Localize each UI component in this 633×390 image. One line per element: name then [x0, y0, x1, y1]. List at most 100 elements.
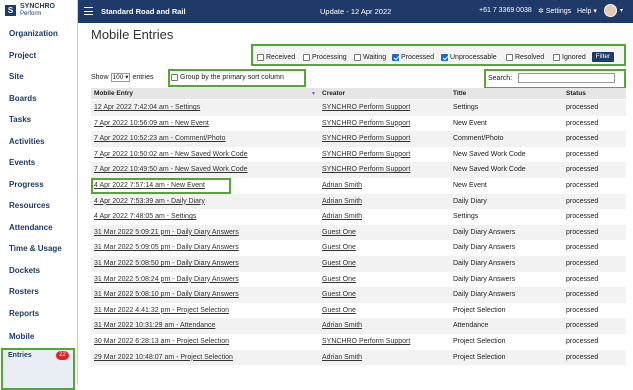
project-name[interactable]: Standard Road and Rail — [101, 7, 186, 16]
logo-mark-icon: S — [5, 5, 16, 16]
filter-unprocessable[interactable]: Unprocessable — [441, 54, 497, 61]
group-by-checkbox[interactable] — [171, 74, 178, 81]
entry-link[interactable]: 30 Mar 2022 6:28:13 am - Project Selecti… — [94, 334, 229, 350]
received-checkbox[interactable] — [257, 54, 264, 61]
entry-link[interactable]: 7 Apr 2022 10:52:23 am - Comment/Photo — [94, 131, 226, 147]
avatar[interactable] — [604, 4, 617, 17]
logo-title: SYNCHRO — [20, 3, 56, 10]
status-cell: processed — [566, 166, 599, 174]
creator-link[interactable]: Guest One — [322, 272, 356, 288]
processed-checkbox[interactable] — [392, 54, 399, 61]
status-cell: processed — [566, 228, 599, 236]
filter-processing[interactable]: Processing — [303, 54, 347, 61]
sidebar-item-tasks[interactable]: Tasks — [9, 115, 31, 124]
filter-waiting[interactable]: Waiting — [354, 54, 386, 61]
processing-checkbox[interactable] — [303, 54, 310, 61]
column-header-mobile-entry[interactable]: Mobile Entry — [94, 90, 133, 97]
table-row: 4 Apr 2022 7:57:14 am - New Event Adrian … — [91, 178, 626, 194]
sidebar-item-activities[interactable]: Activities — [9, 137, 45, 146]
status-cell: processed — [566, 306, 599, 314]
unprocessable-checkbox[interactable] — [441, 54, 448, 61]
page-length-select[interactable]: 100 ▾ — [110, 73, 131, 82]
sidebar-subitem-entries[interactable]: Entries — [8, 352, 32, 359]
entry-link[interactable]: 31 Mar 2022 5:08:50 pm - Daily Diary Ans… — [94, 256, 239, 272]
creator-link[interactable]: Guest One — [322, 287, 356, 303]
entry-link[interactable]: 4 Apr 2022 7:57:14 am - New Event — [94, 178, 205, 194]
group-by-option[interactable]: Group by the primary sort column — [171, 74, 284, 81]
entry-link[interactable]: 31 Mar 2022 5:08:10 pm - Daily Diary Ans… — [94, 287, 239, 303]
app-logo[interactable]: S SYNCHRO Perform — [0, 0, 78, 23]
entry-link[interactable]: 7 Apr 2022 10:50:02 am - New Saved Work … — [94, 147, 248, 163]
column-header-creator[interactable]: Creator — [322, 90, 345, 97]
resolved-checkbox[interactable] — [506, 54, 513, 61]
filter-received[interactable]: Received — [257, 54, 295, 61]
entry-link[interactable]: 31 Mar 2022 10:31:29 am - Attendance — [94, 318, 215, 334]
status-cell: processed — [566, 119, 599, 127]
avatar-caret-icon[interactable]: ▾ — [620, 7, 623, 14]
sidebar-item-mobile[interactable]: Mobile — [9, 332, 34, 341]
title-cell: Daily Diary Answers — [453, 275, 516, 283]
entry-link[interactable]: 31 Mar 2022 5:08:24 pm - Daily Diary Ans… — [94, 272, 239, 288]
creator-link[interactable]: Adrian Smith — [322, 178, 362, 194]
creator-link[interactable]: Adrian Smith — [322, 209, 362, 225]
sidebar-item-attendance[interactable]: Attendance — [9, 223, 53, 232]
entry-link[interactable]: 4 Apr 2022 7:53:39 am - Daily Diary — [94, 194, 205, 210]
entry-link[interactable]: 7 Apr 2022 10:56:09 am - New Event — [94, 116, 209, 132]
title-cell: Daily Diary Answers — [453, 291, 516, 299]
creator-link[interactable]: Adrian Smith — [322, 194, 362, 210]
creator-link[interactable]: SYNCHRO Perform Support — [322, 131, 410, 147]
filter-processed[interactable]: Processed — [392, 54, 434, 61]
entry-link[interactable]: 31 Mar 2022 4:41:32 pm - Project Selecti… — [94, 303, 229, 319]
status-cell: processed — [566, 275, 599, 283]
creator-link[interactable]: Guest One — [322, 240, 356, 256]
creator-link[interactable]: Guest One — [322, 225, 356, 241]
entry-link[interactable]: 7 Apr 2022 10:49:50 am - New Saved Work … — [94, 162, 248, 178]
column-header-title[interactable]: Title — [453, 90, 466, 97]
status-cell: processed — [566, 150, 599, 158]
filter-button[interactable]: Filter — [592, 52, 614, 62]
sidebar-item-reports[interactable]: Reports — [9, 309, 39, 318]
creator-link[interactable]: Guest One — [322, 303, 356, 319]
table-row: 31 Mar 2022 5:08:50 pm - Daily Diary Ans… — [91, 256, 626, 272]
filter-resolved[interactable]: Resolved — [506, 54, 544, 61]
sidebar-item-boards[interactable]: Boards — [9, 94, 37, 103]
sidebar-item-project[interactable]: Project — [9, 51, 36, 60]
status-cell: processed — [566, 338, 599, 345]
show-label: Show — [91, 74, 109, 81]
sort-desc-icon[interactable]: ▼ — [311, 91, 316, 97]
table-row: 31 Mar 2022 5:08:10 pm - Daily Diary Ans… — [91, 287, 626, 303]
creator-link[interactable]: SYNCHRO Perform Support — [322, 100, 410, 116]
status-cell: processed — [566, 260, 599, 267]
creator-link[interactable]: Adrian Smith — [322, 350, 362, 366]
sidebar-item-time-usage[interactable]: Time & Usage — [9, 244, 62, 253]
sidebar-item-resources[interactable]: Resources — [9, 201, 50, 210]
entry-link[interactable]: 29 Mar 2022 10:48:07 am - Project Select… — [94, 350, 233, 366]
creator-link[interactable]: Adrian Smith — [322, 318, 362, 334]
creator-link[interactable]: SYNCHRO Perform Support — [322, 162, 410, 178]
sidebar-item-dockets[interactable]: Dockets — [9, 266, 40, 275]
entry-link[interactable]: 31 Mar 2022 5:09:21 pm - Daily Diary Ans… — [94, 225, 239, 241]
entry-link[interactable]: 12 Apr 2022 7:42:04 am - Settings — [94, 100, 200, 116]
search-input[interactable] — [518, 73, 615, 83]
sidebar-item-organization[interactable]: Organization — [9, 29, 58, 38]
creator-link[interactable]: SYNCHRO Perform Support — [322, 334, 410, 350]
sidebar-item-progress[interactable]: Progress — [9, 180, 44, 189]
title-cell: Daily Diary Answers — [453, 244, 516, 252]
creator-link[interactable]: SYNCHRO Perform Support — [322, 116, 410, 132]
sidebar-item-events[interactable]: Events — [9, 158, 35, 167]
update-notice[interactable]: Update - 12 Apr 2022 — [320, 7, 391, 16]
entry-link[interactable]: 31 Mar 2022 5:09:05 pm - Daily Diary Ans… — [94, 240, 239, 256]
help-menu[interactable]: Help ▾ — [577, 7, 597, 15]
entry-link[interactable]: 4 Apr 2022 7:48:05 am - Settings — [94, 209, 196, 225]
settings-menu[interactable]: ✲ Settings — [538, 7, 571, 15]
filter-ignored[interactable]: Ignored — [553, 54, 586, 61]
column-header-status[interactable]: Status — [566, 90, 586, 97]
creator-link[interactable]: SYNCHRO Perform Support — [322, 147, 410, 163]
waiting-checkbox[interactable] — [354, 54, 361, 61]
sidebar-item-site[interactable]: Site — [9, 72, 24, 81]
table-row: 31 Mar 2022 5:08:24 pm - Daily Diary Ans… — [91, 272, 626, 288]
sidebar-item-rosters[interactable]: Rosters — [9, 287, 39, 296]
hamburger-menu-icon[interactable] — [84, 7, 93, 15]
creator-link[interactable]: Guest One — [322, 256, 356, 272]
ignored-checkbox[interactable] — [553, 54, 560, 61]
